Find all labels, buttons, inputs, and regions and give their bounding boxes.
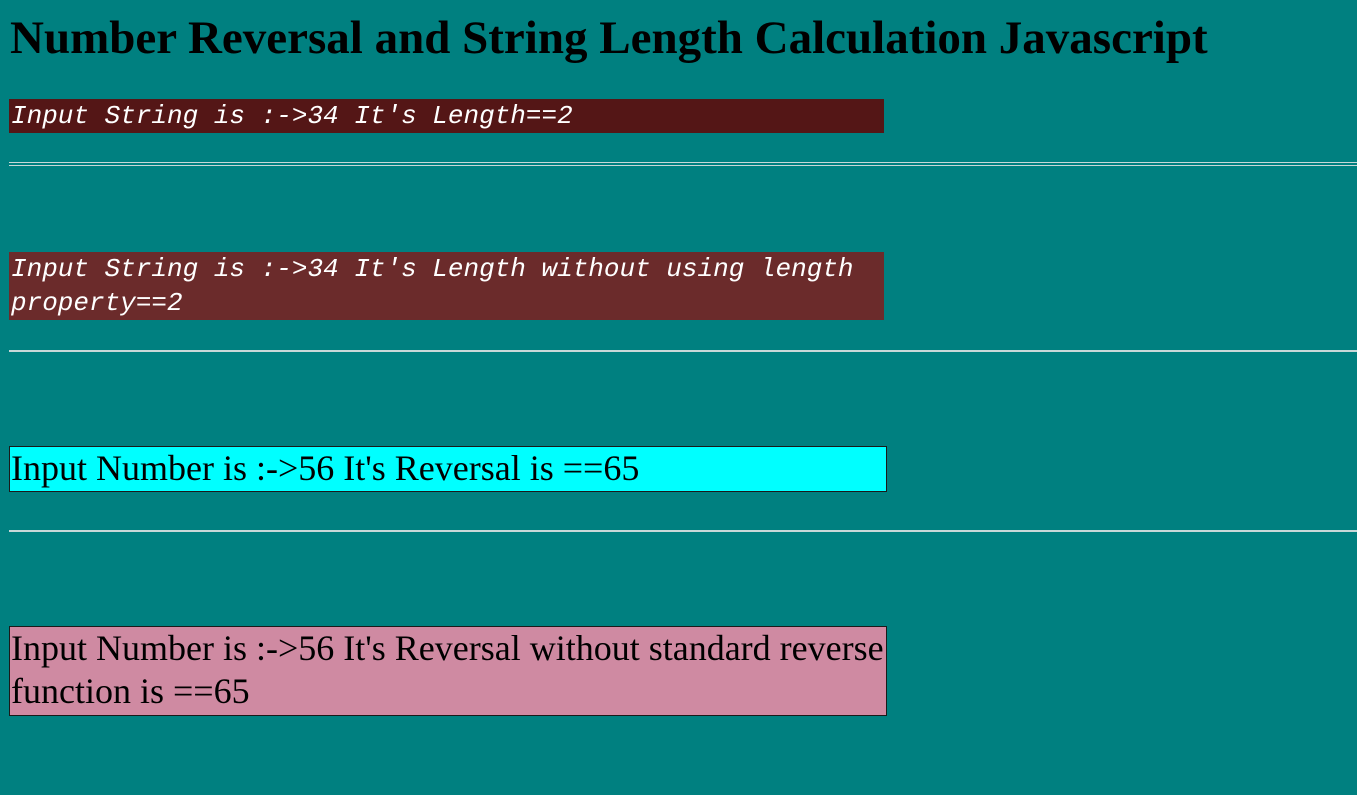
string-length-manual-result: Input String is :->34 It's Length withou… — [9, 252, 884, 320]
divider-3 — [9, 530, 1357, 532]
divider-1 — [9, 162, 1357, 166]
string-length-result: Input String is :->34 It's Length==2 — [9, 99, 884, 133]
page-title: Number Reversal and String Length Calcul… — [10, 12, 1208, 64]
number-reversal-manual-result: Input Number is :->56 It's Reversal with… — [9, 626, 887, 716]
number-reversal-result: Input Number is :->56 It's Reversal is =… — [9, 446, 887, 492]
divider-2 — [9, 350, 1357, 352]
